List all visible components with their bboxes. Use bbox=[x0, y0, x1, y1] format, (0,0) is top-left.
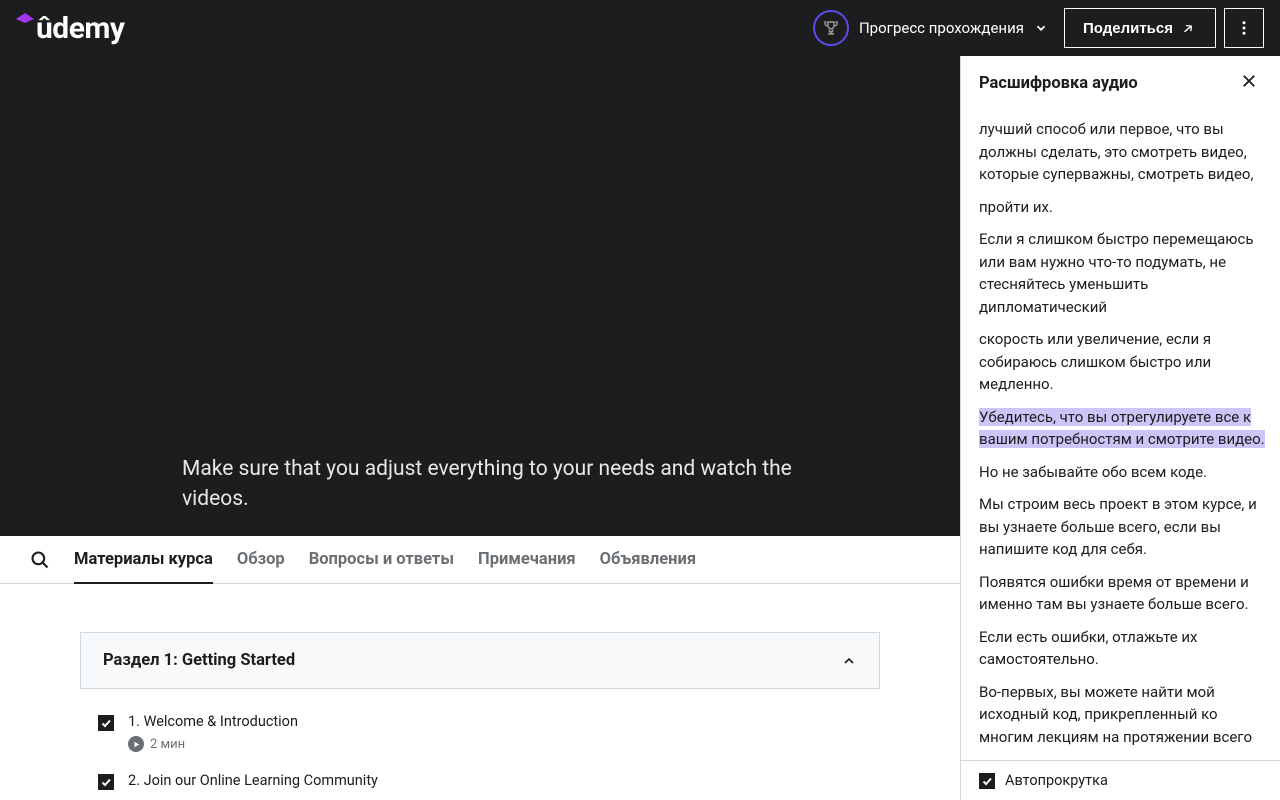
transcript-header: Расшифровка аудио bbox=[961, 56, 1280, 110]
lecture-meta: 2 мин bbox=[128, 736, 298, 752]
app-header: ûdemy Прогресс прохождения Поделиться bbox=[0, 0, 1280, 56]
lecture-title: 1. Welcome & Introduction bbox=[128, 713, 298, 730]
tab-2[interactable]: Вопросы и ответы bbox=[309, 536, 454, 583]
autoscroll-checkbox[interactable] bbox=[979, 773, 995, 789]
transcript-line[interactable]: Но не забывайте обо всем коде. bbox=[979, 461, 1268, 484]
progress-dropdown[interactable]: Прогресс прохождения bbox=[805, 10, 1056, 46]
header-actions: Прогресс прохождения Поделиться bbox=[805, 8, 1264, 48]
lecture-title: 2. Join our Online Learning Community bbox=[128, 772, 378, 789]
left-column: Make sure that you adjust everything to … bbox=[0, 56, 960, 800]
section-title: Раздел 1: Getting Started bbox=[103, 651, 295, 670]
main-area: Make sure that you adjust everything to … bbox=[0, 56, 1280, 800]
trophy-icon bbox=[813, 10, 849, 46]
share-label: Поделиться bbox=[1083, 20, 1173, 37]
transcript-panel: Расшифровка аудио лучший способ или перв… bbox=[960, 56, 1280, 800]
transcript-body[interactable]: лучший способ или первое, что вы должны … bbox=[961, 110, 1280, 760]
autoscroll-label: Автопрокрутка bbox=[1005, 772, 1108, 789]
more-menu-button[interactable] bbox=[1224, 8, 1264, 48]
close-transcript-button[interactable] bbox=[1236, 68, 1262, 98]
lecture-checkbox[interactable] bbox=[98, 715, 114, 731]
close-icon bbox=[1240, 72, 1258, 90]
tab-0[interactable]: Материалы курса bbox=[74, 536, 213, 583]
share-icon bbox=[1181, 20, 1197, 36]
more-vertical-icon bbox=[1235, 19, 1253, 37]
transcript-line[interactable]: лучший способ или первое, что вы должны … bbox=[979, 118, 1268, 186]
transcript-line[interactable]: Если я слишком быстро перемещаюсь или ва… bbox=[979, 228, 1268, 318]
transcript-line[interactable]: пройти их. bbox=[979, 196, 1268, 219]
transcript-line[interactable]: Убедитесь, что вы отрегулируете все к ва… bbox=[979, 406, 1268, 451]
logo-text: ûdemy bbox=[36, 11, 124, 46]
chevron-down-icon bbox=[1034, 21, 1048, 35]
transcript-line[interactable]: Если есть ошибки, отлажьте их самостояте… bbox=[979, 626, 1268, 671]
video-player[interactable]: Make sure that you adjust everything to … bbox=[0, 56, 960, 536]
video-subtitle: Make sure that you adjust everything to … bbox=[182, 455, 800, 514]
share-button[interactable]: Поделиться bbox=[1064, 8, 1216, 48]
lecture-checkbox[interactable] bbox=[98, 774, 114, 790]
chevron-up-icon bbox=[841, 653, 857, 669]
tab-3[interactable]: Примечания bbox=[478, 536, 576, 583]
tab-4[interactable]: Объявления bbox=[600, 536, 696, 583]
course-content-panel: Раздел 1: Getting Started 1. Welcome & I… bbox=[0, 584, 960, 800]
transcript-line[interactable]: Во-первых, вы можете найти мой исходный … bbox=[979, 681, 1268, 749]
check-icon bbox=[981, 775, 993, 787]
search-icon[interactable] bbox=[30, 550, 50, 570]
play-icon bbox=[128, 736, 144, 752]
transcript-title: Расшифровка аудио bbox=[979, 74, 1138, 93]
transcript-line[interactable]: скорость или увеличение, если я собираюс… bbox=[979, 328, 1268, 396]
section-header[interactable]: Раздел 1: Getting Started bbox=[80, 632, 880, 689]
lecture-item[interactable]: 2. Join our Online Learning Community bbox=[80, 762, 880, 800]
autoscroll-toggle[interactable]: Автопрокрутка bbox=[961, 760, 1280, 800]
progress-label: Прогресс прохождения bbox=[859, 19, 1024, 37]
logo[interactable]: ûdemy bbox=[16, 11, 124, 46]
lecture-item[interactable]: 1. Welcome & Introduction 2 мин bbox=[80, 703, 880, 762]
transcript-line[interactable]: Появятся ошибки время от времени и именн… bbox=[979, 571, 1268, 616]
tab-1[interactable]: Обзор bbox=[237, 536, 285, 583]
lecture-list: 1. Welcome & Introduction 2 мин 2. Join ou… bbox=[80, 689, 880, 800]
check-icon bbox=[100, 717, 112, 729]
transcript-line[interactable]: Мы строим весь проект в этом курсе, и вы… bbox=[979, 493, 1268, 561]
logo-hat-icon bbox=[16, 13, 34, 23]
check-icon bbox=[100, 776, 112, 788]
course-tabs: Материалы курса Обзор Вопросы и ответы Прим… bbox=[0, 536, 960, 584]
